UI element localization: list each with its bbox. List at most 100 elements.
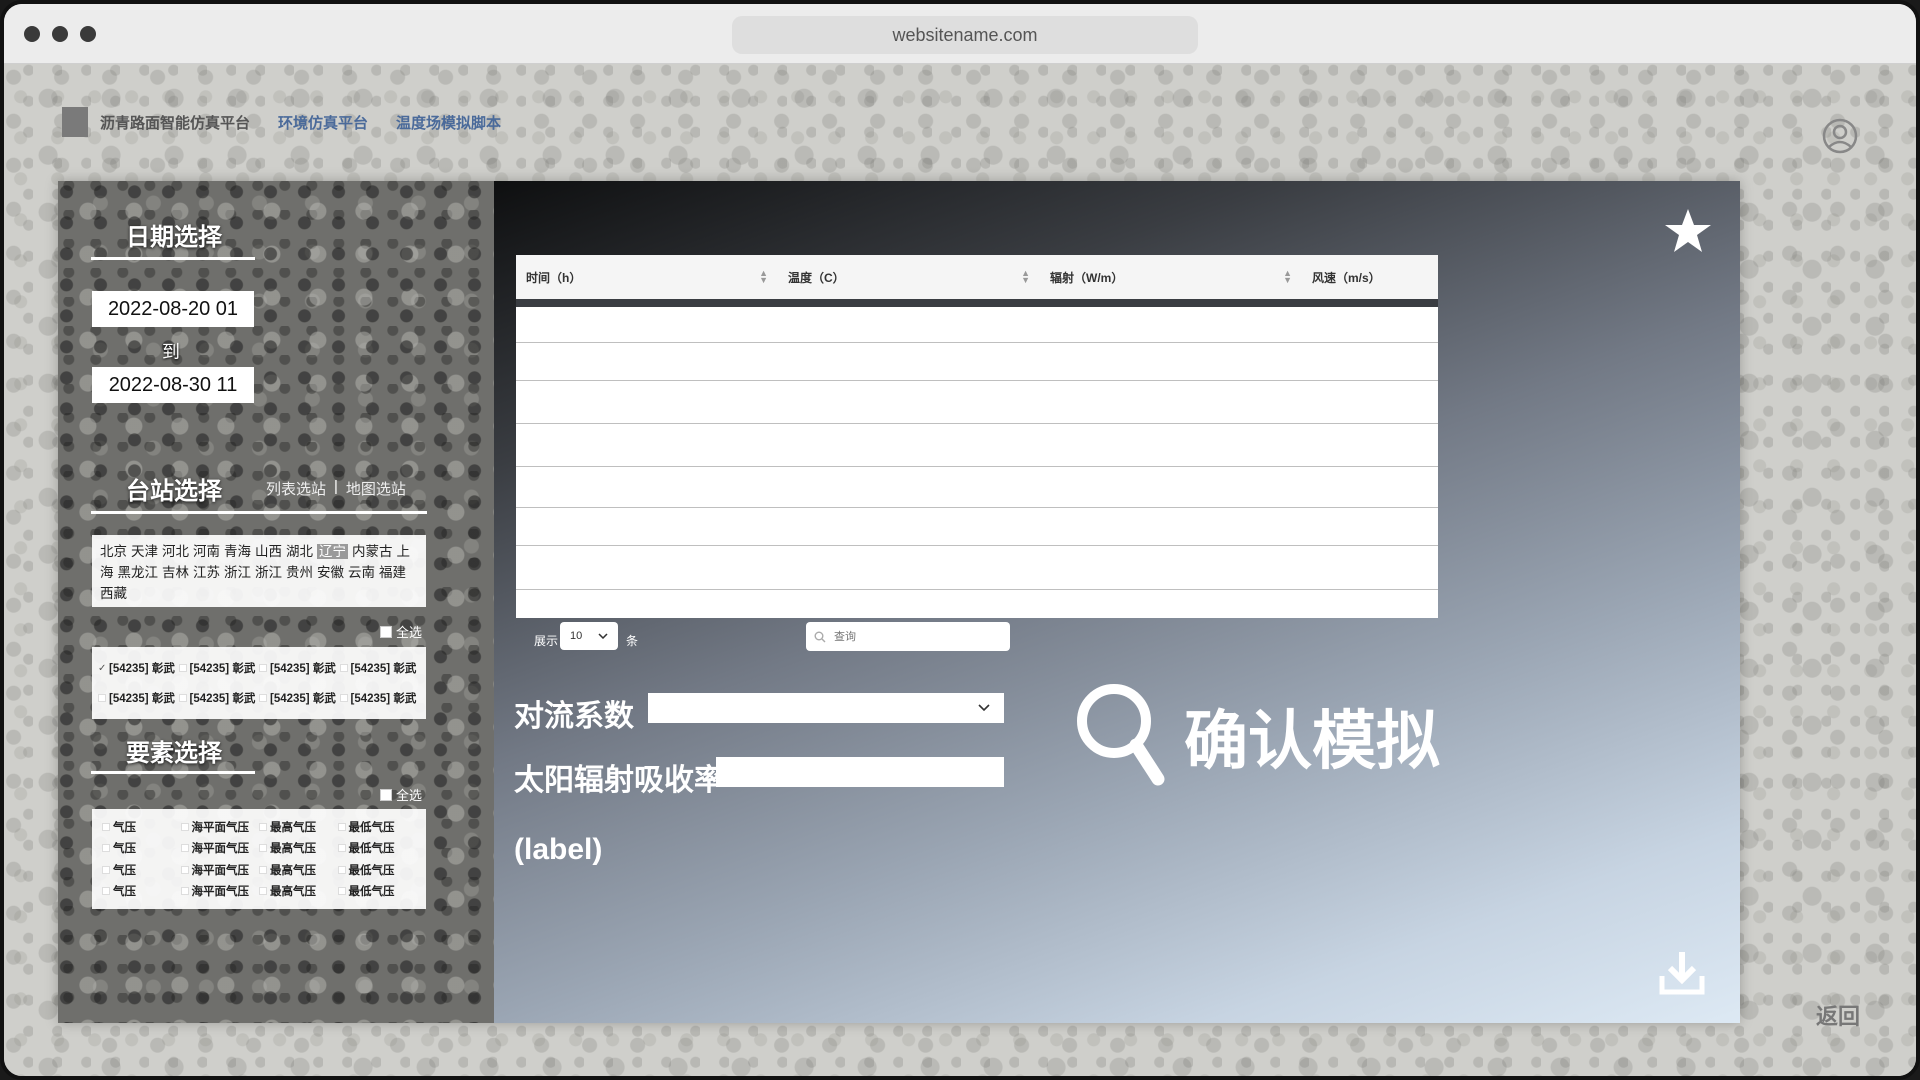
province-item[interactable]: 安徽 [317,565,344,580]
element-checkbox[interactable] [180,822,189,831]
start-date-input[interactable]: 2022-08-20 01 [92,291,254,327]
sort-icon[interactable]: ▲ ▼ [759,269,768,285]
address-bar[interactable]: websitename.com [732,16,1198,54]
station-item[interactable]: [54235] 彰武 [259,655,340,681]
element-checkbox[interactable] [337,865,346,874]
province-item[interactable]: 浙江 [224,565,251,580]
element-checkbox[interactable] [180,865,189,874]
station-item[interactable]: [54235] 彰武 [339,685,421,711]
element-select-all[interactable]: 全选 [380,785,422,804]
column-header[interactable]: 辐射（W/m） ▲ ▼ [1040,269,1302,286]
back-link[interactable]: 返回 [1816,999,1860,1031]
end-date-input[interactable]: 2022-08-30 11 [92,367,254,403]
element-item[interactable]: 最高气压 [259,817,338,837]
element-checkbox[interactable] [180,887,189,896]
element-item[interactable]: 海平面气压 [180,839,260,859]
element-checkbox[interactable] [102,887,110,896]
page-size-select[interactable]: 10 [560,622,618,650]
element-item[interactable]: 最高气压 [259,860,338,880]
element-item[interactable]: 气压 [102,860,181,880]
station-checkbox[interactable] [259,694,267,702]
element-select-all-checkbox[interactable] [380,788,392,801]
column-header[interactable]: 风速（m/s） [1302,269,1438,286]
province-item[interactable]: 湖北 [286,544,313,559]
element-checkbox[interactable] [259,844,267,853]
element-item[interactable]: 最低气压 [337,817,417,837]
column-header[interactable]: 温度（C） ▲ ▼ [778,269,1040,286]
province-item[interactable]: 浙江 [255,565,282,580]
province-item[interactable]: 内蒙古 [352,544,393,559]
province-item[interactable]: 北京 [100,544,127,559]
table-row[interactable] [516,590,1438,618]
sort-icon[interactable]: ▲ ▼ [1283,269,1292,285]
nav-link-temperature[interactable]: 温度场模拟脚本 [396,112,501,133]
maximize-window-button[interactable] [80,26,96,42]
check-icon[interactable]: ✓ [98,663,106,674]
element-item[interactable]: 最高气压 [259,839,338,859]
station-checkbox[interactable] [339,694,348,702]
user-circle-icon[interactable] [1821,117,1859,155]
station-select-all[interactable]: 全选 [380,622,422,641]
element-item[interactable]: 海平面气压 [180,860,260,880]
nav-link-environment[interactable]: 环境仿真平台 [278,112,368,133]
province-item[interactable]: 云南 [348,565,375,580]
table-row[interactable] [516,467,1438,508]
table-row[interactable] [516,546,1438,590]
station-item[interactable]: [54235] 彰武 [339,655,421,681]
convection-select[interactable] [648,693,1004,723]
province-item[interactable]: 河南 [193,544,220,559]
element-checkbox[interactable] [259,822,267,831]
element-item[interactable]: 气压 [102,839,181,859]
station-item[interactable]: [54235] 彰武 [98,685,179,711]
search-input[interactable] [832,629,992,644]
province-item[interactable]: 西藏 [100,586,127,601]
element-checkbox[interactable] [337,822,346,831]
element-item[interactable]: 海平面气压 [180,817,260,837]
table-search[interactable] [806,622,1010,651]
table-row[interactable] [516,307,1438,343]
element-item[interactable]: 气压 [102,817,181,837]
element-checkbox[interactable] [259,865,267,874]
element-checkbox[interactable] [337,844,346,853]
element-item[interactable]: 海平面气压 [180,882,260,902]
station-item[interactable]: [54235] 彰武 [259,685,340,711]
province-item[interactable]: 黑龙江 [118,565,159,580]
close-window-button[interactable] [24,26,40,42]
tab-map-select[interactable]: 地图选站 [346,478,406,499]
table-row[interactable] [516,381,1438,424]
element-checkbox[interactable] [180,844,189,853]
province-item[interactable]: 河北 [162,544,189,559]
province-item[interactable]: 青海 [224,544,251,559]
absorption-input[interactable] [716,757,1004,787]
table-row[interactable] [516,424,1438,467]
element-checkbox[interactable] [102,822,110,831]
station-item[interactable]: [54235] 彰武 [178,685,260,711]
element-checkbox[interactable] [259,887,267,896]
province-item[interactable]: 吉林 [162,565,189,580]
star-icon[interactable] [1664,207,1712,255]
station-checkbox[interactable] [98,694,106,702]
element-item[interactable]: 最低气压 [337,860,417,880]
station-checkbox[interactable] [339,664,348,672]
province-item[interactable]: 辽宁 [317,544,348,559]
minimize-window-button[interactable] [52,26,68,42]
element-checkbox[interactable] [337,887,346,896]
station-checkbox[interactable] [178,694,187,702]
element-item[interactable]: 最低气压 [337,839,417,859]
element-item[interactable]: 最低气压 [337,882,417,902]
station-checkbox[interactable] [178,664,187,672]
tab-list-select[interactable]: 列表选站 [266,478,326,499]
confirm-simulation-button[interactable]: 确认模拟 [1074,681,1440,791]
province-item[interactable]: 江苏 [193,565,220,580]
station-checkbox[interactable] [259,664,267,672]
element-item[interactable]: 最高气压 [259,882,338,902]
station-item[interactable]: ✓ [54235] 彰武 [98,655,179,681]
station-item[interactable]: [54235] 彰武 [178,655,260,681]
column-header[interactable]: 时间（h） ▲ ▼ [516,269,778,286]
element-item[interactable]: 气压 [102,882,181,902]
province-item[interactable]: 山西 [255,544,282,559]
province-item[interactable]: 福建 [379,565,406,580]
table-row[interactable] [516,508,1438,546]
table-row[interactable] [516,343,1438,381]
element-checkbox[interactable] [102,865,110,874]
